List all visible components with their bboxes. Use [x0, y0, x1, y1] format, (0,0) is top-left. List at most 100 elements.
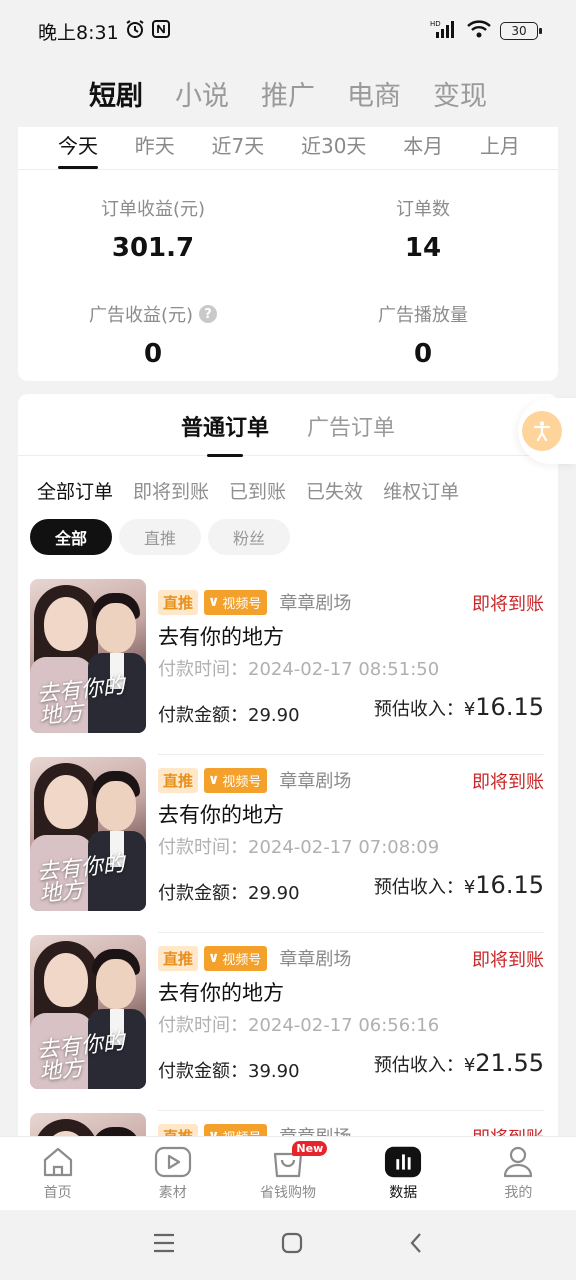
order-income: 预估收入： ¥21.55	[373, 1049, 544, 1077]
date-tab-30days[interactable]: 近30天	[301, 127, 366, 169]
order-item[interactable]: 去有你的地方 直推 ∨ 视频号 章章剧场 即将到账 去有你的地方 付款时间：202…	[18, 755, 558, 933]
status-tab-disputes[interactable]: 维权订单	[383, 477, 459, 504]
stat-value: 0	[413, 339, 433, 369]
status-tab-all[interactable]: 全部订单	[37, 477, 113, 504]
nav-shopping[interactable]: New 省钱购物	[230, 1137, 345, 1210]
date-tab-yesterday[interactable]: 昨天	[135, 127, 175, 169]
direct-badge: 直推	[158, 767, 199, 793]
tab-ad-orders[interactable]: 广告订单	[307, 410, 395, 456]
chip-direct[interactable]: 直推	[119, 519, 201, 555]
status-tab-settled[interactable]: 已到账	[229, 477, 286, 504]
order-source: 章章剧场	[279, 771, 352, 792]
video-channel-icon: ∨	[208, 594, 220, 610]
chip-fans[interactable]: 粉丝	[208, 519, 290, 555]
direct-badge: 直推	[158, 945, 199, 971]
nav-label: 数据	[389, 1185, 418, 1201]
nav-materials[interactable]: 素材	[115, 1137, 230, 1210]
wifi-icon	[466, 19, 492, 43]
stat-order-income: 订单收益(元) 301.7	[18, 195, 288, 263]
channel-badge: ∨视频号	[204, 945, 268, 971]
channel-badge: ∨视频号	[204, 589, 268, 615]
chip-all[interactable]: 全部	[30, 519, 112, 555]
orders-card: 普通订单 广告订单 全部订单 即将到账 已到账 已失效 维权订单 全部 直推 粉…	[18, 394, 558, 1154]
stat-label: 订单数	[396, 199, 450, 220]
direct-badge: 直推	[158, 589, 199, 615]
stat-value: 301.7	[111, 233, 195, 263]
tab-xiaoshuo[interactable]: 小说	[175, 74, 229, 113]
stat-ad-plays: 广告播放量 0	[288, 301, 558, 369]
back-icon[interactable]	[408, 1232, 424, 1258]
battery-icon: 30	[500, 22, 542, 40]
tab-normal-orders[interactable]: 普通订单	[181, 410, 269, 456]
stat-label: 订单收益(元)	[100, 199, 206, 220]
drama-poster: 去有你的地方	[30, 757, 146, 911]
accessibility-icon	[522, 411, 562, 451]
help-icon[interactable]: ?	[199, 305, 218, 323]
menu-icon[interactable]	[152, 1232, 176, 1258]
signal-icon: HD	[430, 19, 458, 43]
status-time: 晚上8:31	[38, 21, 119, 44]
tab-dianshang[interactable]: 电商	[347, 74, 401, 113]
date-range-tabs: 今天 昨天 近7天 近30天 本月 上月	[18, 127, 558, 170]
video-channel-icon: ∨	[208, 772, 220, 788]
date-tab-7days[interactable]: 近7天	[212, 127, 265, 169]
drama-poster: 去有你的地方	[30, 935, 146, 1089]
status-tab-expired[interactable]: 已失效	[306, 477, 363, 504]
order-title: 去有你的地方	[158, 803, 284, 827]
order-status-tabs: 全部订单 即将到账 已到账 已失效 维权订单	[18, 474, 558, 506]
stat-ad-income: 广告收益(元)? 0	[18, 301, 288, 369]
home-button-icon[interactable]	[281, 1232, 303, 1258]
tab-bianxian[interactable]: 变现	[433, 74, 487, 113]
order-list: 去有你的地方 直推 ∨ 视频号 章章剧场 即将到账 去有你的地方 付款时间：202…	[18, 577, 558, 1154]
order-type-tabs: 普通订单 广告订单	[18, 394, 558, 456]
date-tab-today[interactable]: 今天	[58, 127, 98, 169]
drama-poster: 去有你的地方	[30, 579, 146, 733]
tab-duanju[interactable]: 短剧	[89, 74, 143, 113]
order-amount: 付款金额：39.90	[158, 1061, 300, 1082]
order-pay-time: 付款时间：2024-02-17 07:08:09	[158, 837, 440, 858]
order-state: 即将到账	[472, 772, 544, 793]
order-income: 预估收入： ¥16.15	[373, 693, 544, 721]
stat-value: 14	[404, 233, 442, 263]
bar-chart-icon	[384, 1145, 422, 1179]
order-pay-time: 付款时间：2024-02-17 08:51:50	[158, 659, 440, 680]
date-tab-this-month[interactable]: 本月	[403, 127, 443, 169]
stat-label: 广告收益(元)	[88, 305, 194, 326]
channel-badge: ∨视频号	[204, 767, 268, 793]
order-item[interactable]: 去有你的地方 直推 ∨ 视频号 章章剧场 即将到账 去有你的地方 付款时间：202…	[18, 577, 558, 755]
nav-data[interactable]: 数据	[346, 1137, 461, 1210]
tab-tuiguang[interactable]: 推广	[261, 74, 315, 113]
play-icon	[154, 1145, 192, 1179]
order-state: 即将到账	[472, 594, 544, 615]
status-bar: 晚上8:31 HD 30	[0, 0, 576, 62]
video-channel-icon: ∨	[208, 950, 220, 966]
nav-label: 省钱购物	[260, 1185, 316, 1201]
nav-label: 首页	[43, 1185, 72, 1201]
home-icon	[39, 1145, 77, 1179]
stat-order-count: 订单数 14	[288, 195, 558, 263]
svg-text:HD: HD	[430, 20, 441, 28]
order-state: 即将到账	[472, 950, 544, 971]
stat-label: 广告播放量	[378, 305, 468, 326]
stats-card: 今天 昨天 近7天 近30天 本月 上月 订单收益(元) 301.7 订单数 1…	[18, 127, 558, 381]
status-tab-pending[interactable]: 即将到账	[133, 477, 209, 504]
date-tab-last-month[interactable]: 上月	[480, 127, 520, 169]
top-category-tabs: 短剧 小说 推广 电商 变现	[0, 62, 576, 124]
floating-accessibility-button[interactable]	[518, 398, 576, 464]
alarm-icon	[125, 19, 145, 44]
order-amount: 付款金额：29.90	[158, 705, 300, 726]
order-title: 去有你的地方	[158, 625, 284, 649]
filter-chips: 全部 直推 粉丝	[18, 519, 558, 555]
order-item[interactable]: 去有你的地方 直推 ∨ 视频号 章章剧场 即将到账 去有你的地方 付款时间：202…	[18, 933, 558, 1111]
order-amount: 付款金额：29.90	[158, 883, 300, 904]
nfc-icon	[151, 19, 171, 44]
order-source: 章章剧场	[279, 593, 352, 614]
person-icon	[499, 1145, 537, 1179]
new-badge: New	[292, 1141, 328, 1156]
nav-me[interactable]: 我的	[461, 1137, 576, 1210]
nav-home[interactable]: 首页	[0, 1137, 115, 1210]
bottom-nav: 首页 素材 New 省钱购物 数据 我的	[0, 1136, 576, 1210]
nav-label: 我的	[504, 1185, 533, 1201]
order-title: 去有你的地方	[158, 981, 284, 1005]
order-pay-time: 付款时间：2024-02-17 06:56:16	[158, 1015, 440, 1036]
